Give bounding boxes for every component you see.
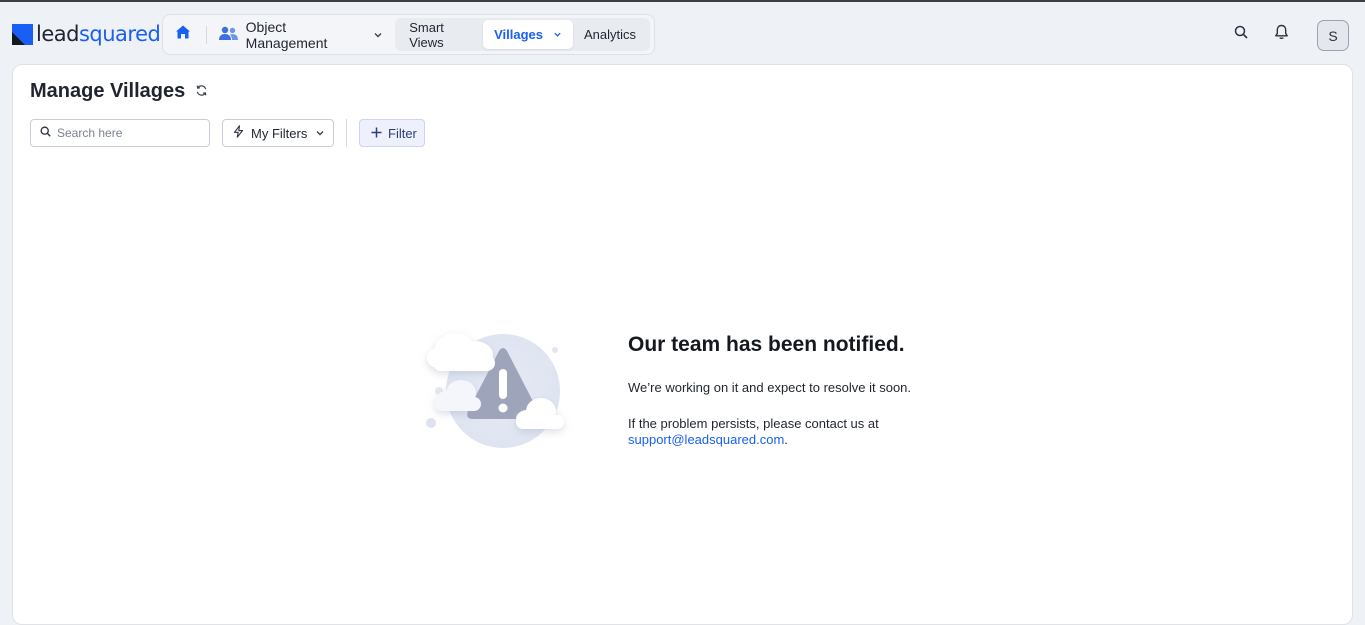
tab-smart-views[interactable]: Smart Views [398,19,483,50]
notifications-button[interactable] [1271,24,1291,44]
add-filter-button[interactable]: Filter [359,119,425,147]
warning-triangle-icon [403,323,578,473]
logo-text-lead: lead [36,21,79,46]
toolbar-divider [346,119,347,147]
avatar-initial: S [1328,27,1338,44]
chevron-down-icon [553,27,562,42]
error-title: Our team has been notified. [628,333,905,356]
tab-villages-label: Villages [494,27,543,42]
nav-tabs: Smart Views Villages Analytics [395,18,651,51]
logo-mark-icon [12,23,33,45]
logo-text-squared: squared [78,21,161,46]
user-avatar[interactable]: S [1317,20,1349,51]
tab-analytics-label: Analytics [583,27,637,42]
tab-analytics[interactable]: Analytics [573,20,647,49]
error-message: We’re working on it and expect to resolv… [628,380,912,395]
search-icon [40,124,51,142]
global-search-button[interactable] [1231,24,1251,44]
search-field[interactable] [30,119,210,147]
my-filters-label: My Filters [251,125,308,141]
search-input[interactable] [57,126,197,140]
lightning-icon [233,125,244,141]
home-icon [175,24,191,45]
refresh-icon [195,80,208,103]
logo-text: leadsquared [36,21,161,46]
content-card: Manage Villages My Filters [12,64,1353,625]
object-management-label: Object Management [245,18,328,51]
leadsquared-logo[interactable]: leadsquared [12,21,161,47]
chevron-down-icon [315,126,325,141]
page-title: Manage Villages [30,80,208,103]
main-nav: Object Management Smart Views Villages A… [162,14,655,55]
refresh-button[interactable] [195,80,208,103]
plus-icon [371,126,382,141]
search-icon [1234,25,1248,44]
tab-villages[interactable]: Villages [483,20,573,49]
error-contact-line: support@leadsquared.com. [628,432,788,447]
bell-icon [1274,24,1289,45]
support-email-link[interactable]: support@leadsquared.com [628,432,784,447]
object-management-menu[interactable]: Object Management [213,18,390,51]
add-filter-label: Filter [388,125,417,141]
chevron-down-icon [373,27,383,43]
home-button[interactable] [167,20,200,50]
top-bar: leadsquared Object Management Smart View… [0,2,1365,62]
my-filters-button[interactable]: My Filters [222,119,334,147]
users-icon [218,26,238,44]
page-title-text: Manage Villages [30,80,186,102]
tab-smart-views-label: Smart Views [409,19,444,50]
nav-divider [205,25,207,44]
error-contact-text: If the problem persists, please contact … [628,416,879,431]
email-suffix: . [784,432,788,447]
